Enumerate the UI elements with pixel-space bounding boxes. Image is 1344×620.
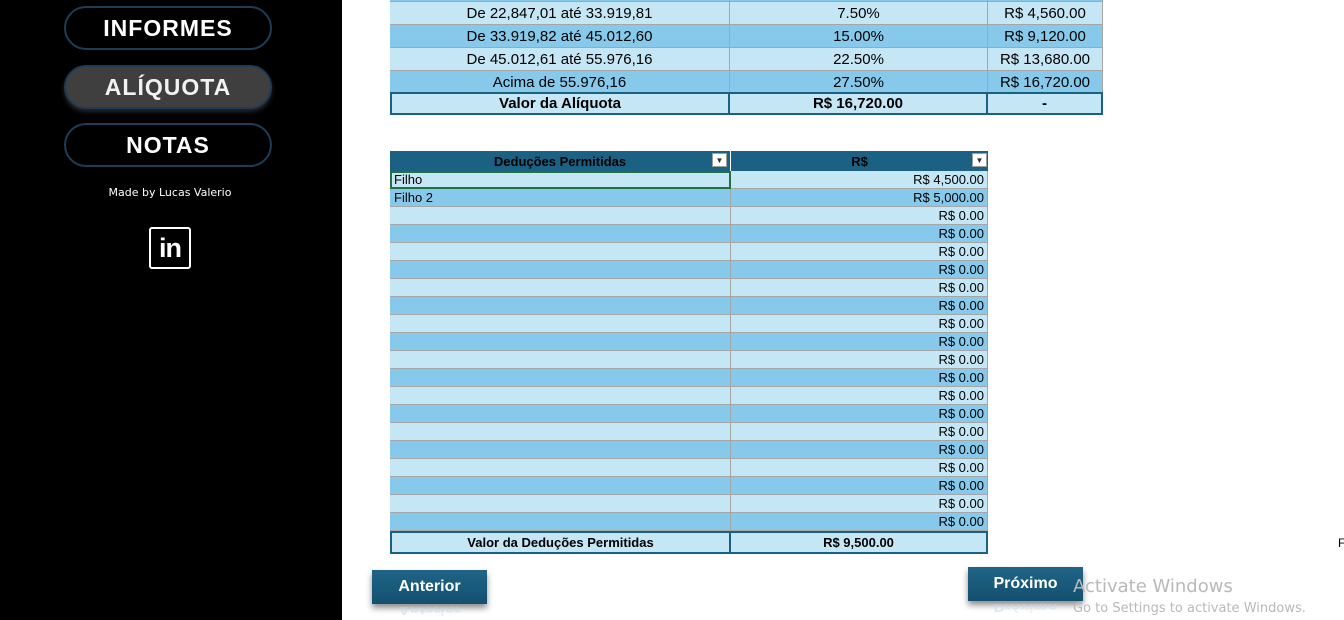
deducao-value-cell[interactable]: R$ 0.00 — [731, 207, 988, 225]
next-button-reflection: Próximo — [993, 604, 1058, 614]
faixa-cell[interactable]: De 33.919,82 até 45.012,60 — [390, 25, 730, 48]
deducao-value-cell[interactable]: R$ 0.00 — [731, 315, 988, 333]
deducao-name-cell[interactable] — [390, 333, 731, 351]
deducoes-total-label[interactable]: Valor da Deduções Permitidas — [390, 531, 731, 554]
deducao-name-cell[interactable] — [390, 405, 731, 423]
deducao-name-cell[interactable] — [390, 297, 731, 315]
deducao-value-cell[interactable]: R$ 4,500.00 — [731, 171, 988, 189]
deducao-cell[interactable]: R$ 13,680.00 — [988, 48, 1103, 71]
deducao-name-cell[interactable] — [390, 513, 731, 531]
faixa-cell[interactable]: De 45.012,61 até 55.976,16 — [390, 48, 730, 71]
spreadsheet-area: De 22,847,01 até 33.919,81 7.50% R$ 4,560.… — [342, 0, 1344, 620]
deducao-value-cell[interactable]: R$ 0.00 — [731, 423, 988, 441]
previous-button-reflection: Anterior — [398, 607, 461, 617]
deducao-name-cell[interactable] — [390, 315, 731, 333]
author-credit: Made by Lucas Valerio — [108, 186, 232, 199]
activation-watermark-subtitle: Go to Settings to activate Windows. — [1073, 601, 1306, 616]
valor-filter-icon[interactable]: ▼ — [972, 153, 987, 167]
deducao-name-cell[interactable] — [390, 477, 731, 495]
deducao-name-cell[interactable]: Filho 2 — [390, 189, 731, 207]
deducao-value-cell[interactable]: R$ 0.00 — [731, 477, 988, 495]
deducao-name-cell[interactable] — [390, 495, 731, 513]
faixa-cell[interactable]: De 22,847,01 até 33.919,81 — [390, 2, 730, 25]
deducao-cell[interactable]: R$ 16,720.00 — [988, 71, 1103, 94]
deducao-name-cell[interactable] — [390, 207, 731, 225]
deducoes-total-value[interactable]: R$ 9,500.00 — [731, 531, 988, 554]
deducoes-header[interactable]: Deduções Permitidas — [390, 151, 730, 171]
deducao-name-cell[interactable]: Filho — [390, 171, 731, 189]
deducao-name-cell[interactable] — [390, 261, 731, 279]
aliquota-cell[interactable]: 27.50% — [730, 71, 988, 94]
aliquota-cell[interactable]: 22.50% — [730, 48, 988, 71]
deducao-value-cell[interactable]: R$ 0.00 — [731, 225, 988, 243]
deducao-name-cell[interactable] — [390, 459, 731, 477]
deducao-value-cell[interactable]: R$ 0.00 — [731, 405, 988, 423]
faixa-cell[interactable]: Acima de 55.976,16 — [390, 71, 730, 94]
sidebar: INFORMES ALÍQUOTA NOTAS Made by Lucas Va… — [0, 0, 342, 620]
deducao-value-cell[interactable]: R$ 0.00 — [731, 333, 988, 351]
deducao-name-cell[interactable] — [390, 423, 731, 441]
deducoes-filter-icon[interactable]: ▼ — [712, 153, 727, 167]
deducao-value-cell[interactable]: R$ 0.00 — [731, 243, 988, 261]
deducao-name-cell[interactable] — [390, 279, 731, 297]
nav-button-notas[interactable]: NOTAS — [64, 123, 272, 167]
valor-header[interactable]: R$ — [731, 151, 988, 171]
deducao-name-cell[interactable] — [390, 441, 731, 459]
deducao-name-cell[interactable] — [390, 387, 731, 405]
aliquota-total-label[interactable]: Valor da Alíquota — [390, 92, 730, 115]
deducao-name-cell[interactable] — [390, 243, 731, 261]
activation-watermark-title: Activate Windows — [1073, 576, 1233, 597]
nav-button-informes[interactable]: INFORMES — [64, 6, 272, 50]
aliquota-cell[interactable]: 7.50% — [730, 2, 988, 25]
deducao-value-cell[interactable]: R$ 0.00 — [731, 351, 988, 369]
next-button[interactable]: Próximo — [968, 567, 1083, 601]
deducao-value-cell[interactable]: R$ 5,000.00 — [731, 189, 988, 207]
deducao-value-cell[interactable]: R$ 0.00 — [731, 495, 988, 513]
previous-button[interactable]: Anterior — [372, 570, 487, 604]
deducao-name-cell[interactable] — [390, 225, 731, 243]
deducao-value-cell[interactable]: R$ 0.00 — [731, 261, 988, 279]
linkedin-icon[interactable]: in — [149, 227, 191, 269]
deducao-value-cell[interactable]: R$ 0.00 — [731, 459, 988, 477]
deducao-cell[interactable]: R$ 9,120.00 — [988, 25, 1103, 48]
aliquota-total-extra[interactable]: - — [988, 92, 1103, 115]
deducao-name-cell[interactable] — [390, 369, 731, 387]
deducao-value-cell[interactable]: R$ 0.00 — [731, 513, 988, 531]
deducao-cell[interactable]: R$ 4,560.00 — [988, 2, 1103, 25]
aliquota-total-value[interactable]: R$ 16,720.00 — [730, 92, 988, 115]
offscreen-cell-text: F — [1338, 536, 1344, 550]
deducao-value-cell[interactable]: R$ 0.00 — [731, 441, 988, 459]
deducao-value-cell[interactable]: R$ 0.00 — [731, 279, 988, 297]
deducao-value-cell[interactable]: R$ 0.00 — [731, 297, 988, 315]
deducao-name-cell[interactable] — [390, 351, 731, 369]
aliquota-cell[interactable]: 15.00% — [730, 25, 988, 48]
deducao-value-cell[interactable]: R$ 0.00 — [731, 387, 988, 405]
nav-button-aliquota[interactable]: ALÍQUOTA — [64, 65, 272, 109]
deducao-value-cell[interactable]: R$ 0.00 — [731, 369, 988, 387]
